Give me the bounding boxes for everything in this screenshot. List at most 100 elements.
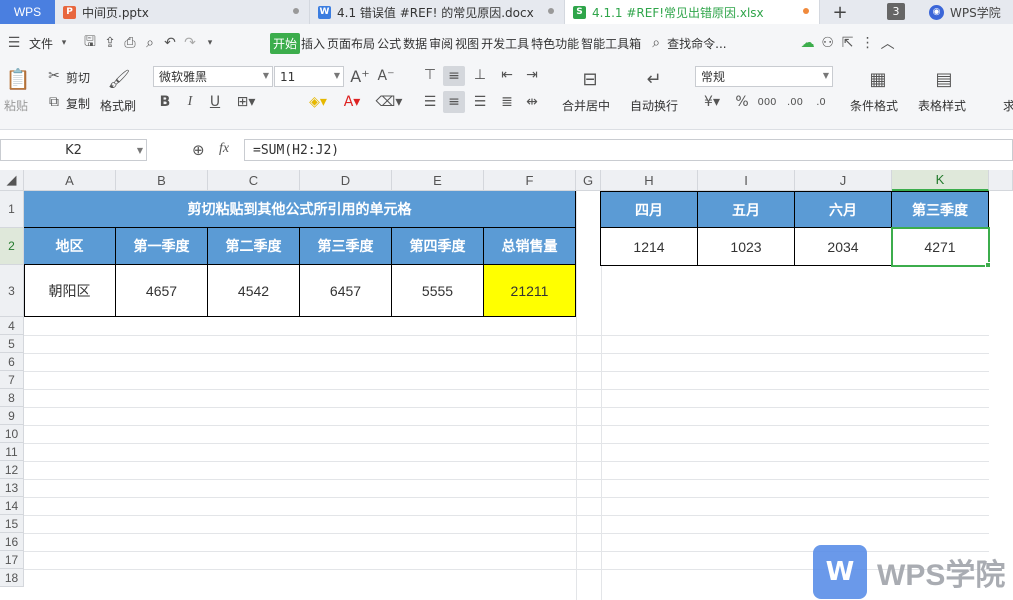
menu-tab-formulas[interactable]: 公式 — [376, 35, 402, 52]
save-icon[interactable]: 🖫 — [80, 33, 100, 53]
table1-header-q3[interactable]: 第三季度 — [300, 228, 392, 265]
row-header-3[interactable]: 3 — [0, 265, 24, 317]
cloud-sync-icon[interactable]: ☁ — [798, 33, 818, 53]
quick-access-dropdown-icon[interactable]: ▾ — [200, 33, 220, 53]
clear-format-icon[interactable]: ⌫▾ — [375, 93, 403, 111]
fill-handle[interactable] — [985, 262, 991, 268]
align-bottom-icon[interactable]: ⊥ — [470, 66, 490, 84]
row-header-18[interactable]: 18 — [0, 569, 24, 587]
table1-title[interactable]: 剪切粘贴到其他公式所引用的单元格 — [24, 191, 576, 228]
menu-tab-developer[interactable]: 开发工具 — [480, 35, 530, 52]
menu-tab-data[interactable]: 数据 — [402, 35, 428, 52]
border-icon[interactable]: ⊞▾ — [234, 93, 258, 111]
collaborate-icon[interactable]: ⚇ — [818, 33, 838, 53]
increase-decimal-icon[interactable]: .00 — [784, 93, 806, 111]
column-header-e[interactable]: E — [392, 170, 484, 191]
sum-button[interactable]: 求 — [1003, 97, 1013, 114]
table2-header-q3[interactable]: 第三季度 — [892, 192, 989, 228]
wps-home-tab[interactable]: WPS — [0, 0, 55, 24]
row-header-10[interactable]: 10 — [0, 425, 24, 443]
table1-cell-total[interactable]: 21211 — [484, 265, 576, 317]
table1-cell-q2[interactable]: 4542 — [208, 265, 300, 317]
fx-icon[interactable]: fx — [219, 141, 229, 157]
export-icon[interactable]: ⇪ — [100, 33, 120, 53]
row-header-17[interactable]: 17 — [0, 551, 24, 569]
chevron-down-icon[interactable]: ▼ — [137, 146, 143, 155]
number-format-select[interactable]: 常规 ▼ — [695, 66, 833, 87]
align-middle-icon[interactable]: ≡ — [443, 66, 465, 86]
chevron-down-icon[interactable]: ▾ — [54, 33, 74, 53]
menu-tab-features[interactable]: 特色功能 — [530, 35, 580, 52]
preview-icon[interactable]: ⌕ — [140, 33, 160, 53]
merge-center-icon[interactable]: ⊟ — [576, 66, 604, 92]
column-header-j[interactable]: J — [795, 170, 892, 191]
row-header-16[interactable]: 16 — [0, 533, 24, 551]
menu-tab-page-layout[interactable]: 页面布局 — [326, 35, 376, 52]
distribute-icon[interactable]: ⇹ — [522, 93, 542, 111]
table2-header-june[interactable]: 六月 — [795, 192, 892, 228]
row-header-8[interactable]: 8 — [0, 389, 24, 407]
column-header-c[interactable]: C — [208, 170, 300, 191]
menu-tab-review[interactable]: 审阅 — [428, 35, 454, 52]
percent-icon[interactable]: % — [732, 93, 752, 111]
justify-icon[interactable]: ≣ — [497, 93, 517, 111]
column-header-h[interactable]: H — [601, 170, 698, 191]
hamburger-icon[interactable]: ☰ — [4, 33, 24, 53]
conditional-format-button[interactable]: 条件格式 — [850, 97, 898, 114]
copy-button[interactable]: 复制 — [66, 95, 90, 112]
close-dot-icon[interactable] — [293, 8, 299, 14]
align-center-icon[interactable]: ≡ — [443, 91, 465, 113]
row-header-15[interactable]: 15 — [0, 515, 24, 533]
wrap-text-button[interactable]: 自动换行 — [630, 97, 678, 114]
unsaved-dot-icon[interactable] — [803, 8, 809, 14]
row-header-12[interactable]: 12 — [0, 461, 24, 479]
italic-icon[interactable]: I — [182, 93, 198, 111]
column-header-f[interactable]: F — [484, 170, 576, 191]
doc-tab-pptx[interactable]: P 中间页.pptx — [55, 0, 310, 24]
indent-decrease-icon[interactable]: ⇤ — [497, 66, 517, 84]
thousands-icon[interactable]: 000 — [757, 93, 777, 111]
table1-cell-q4[interactable]: 5555 — [392, 265, 484, 317]
currency-icon[interactable]: ¥▾ — [700, 93, 724, 111]
wrap-text-icon[interactable]: ↵ — [640, 66, 668, 92]
row-header-6[interactable]: 6 — [0, 353, 24, 371]
table1-header-region[interactable]: 地区 — [24, 228, 116, 265]
more-icon[interactable]: ⋮ — [858, 33, 878, 53]
tab-count-badge[interactable]: 3 — [887, 3, 905, 20]
table1-header-q2[interactable]: 第二季度 — [208, 228, 300, 265]
paste-icon[interactable]: 📋 — [6, 66, 31, 92]
format-painter-icon[interactable]: 🖌 — [107, 66, 131, 92]
align-top-icon[interactable]: ⊤ — [420, 66, 440, 84]
close-dot-icon[interactable] — [548, 8, 554, 14]
redo-icon[interactable]: ↷ — [180, 33, 200, 53]
table1-cell-region[interactable]: 朝阳区 — [24, 265, 116, 317]
merge-center-button[interactable]: 合并居中 — [562, 97, 610, 114]
wps-academy-link[interactable]: ◉ WPS学院 — [929, 0, 1001, 24]
file-menu[interactable]: 文件 — [28, 35, 54, 52]
table2-cell-may[interactable]: 1023 — [698, 228, 795, 266]
row-header-4[interactable]: 4 — [0, 317, 24, 335]
row-header-5[interactable]: 5 — [0, 335, 24, 353]
row-header-7[interactable]: 7 — [0, 371, 24, 389]
print-icon[interactable]: ⎙ — [120, 33, 140, 53]
underline-icon[interactable]: U — [207, 93, 223, 111]
column-header-g[interactable]: G — [576, 170, 601, 191]
row-header-14[interactable]: 14 — [0, 497, 24, 515]
column-header-b[interactable]: B — [116, 170, 208, 191]
search-command[interactable]: 查找命令... — [666, 35, 727, 52]
menu-tab-smart-tools[interactable]: 智能工具箱 — [580, 35, 642, 52]
fill-color-icon[interactable]: ◈▾ — [304, 93, 332, 111]
undo-icon[interactable]: ↶ — [160, 33, 180, 53]
column-header-i[interactable]: I — [698, 170, 795, 191]
search-icon[interactable]: ⌕ — [646, 33, 666, 53]
font-color-icon[interactable]: A▾ — [339, 93, 365, 111]
table1-header-q1[interactable]: 第一季度 — [116, 228, 208, 265]
doc-tab-docx[interactable]: W 4.1 错误值 #REF! 的常见原因.docx — [310, 0, 565, 24]
align-right-icon[interactable]: ☰ — [470, 93, 490, 111]
conditional-format-icon[interactable]: ▦ — [864, 66, 892, 92]
table2-cell-april[interactable]: 1214 — [601, 228, 698, 266]
increase-font-icon[interactable]: A⁺ — [350, 66, 370, 86]
decrease-decimal-icon[interactable]: .0 — [810, 93, 832, 111]
table2-header-april[interactable]: 四月 — [601, 192, 698, 228]
align-left-icon[interactable]: ☰ — [420, 93, 440, 111]
